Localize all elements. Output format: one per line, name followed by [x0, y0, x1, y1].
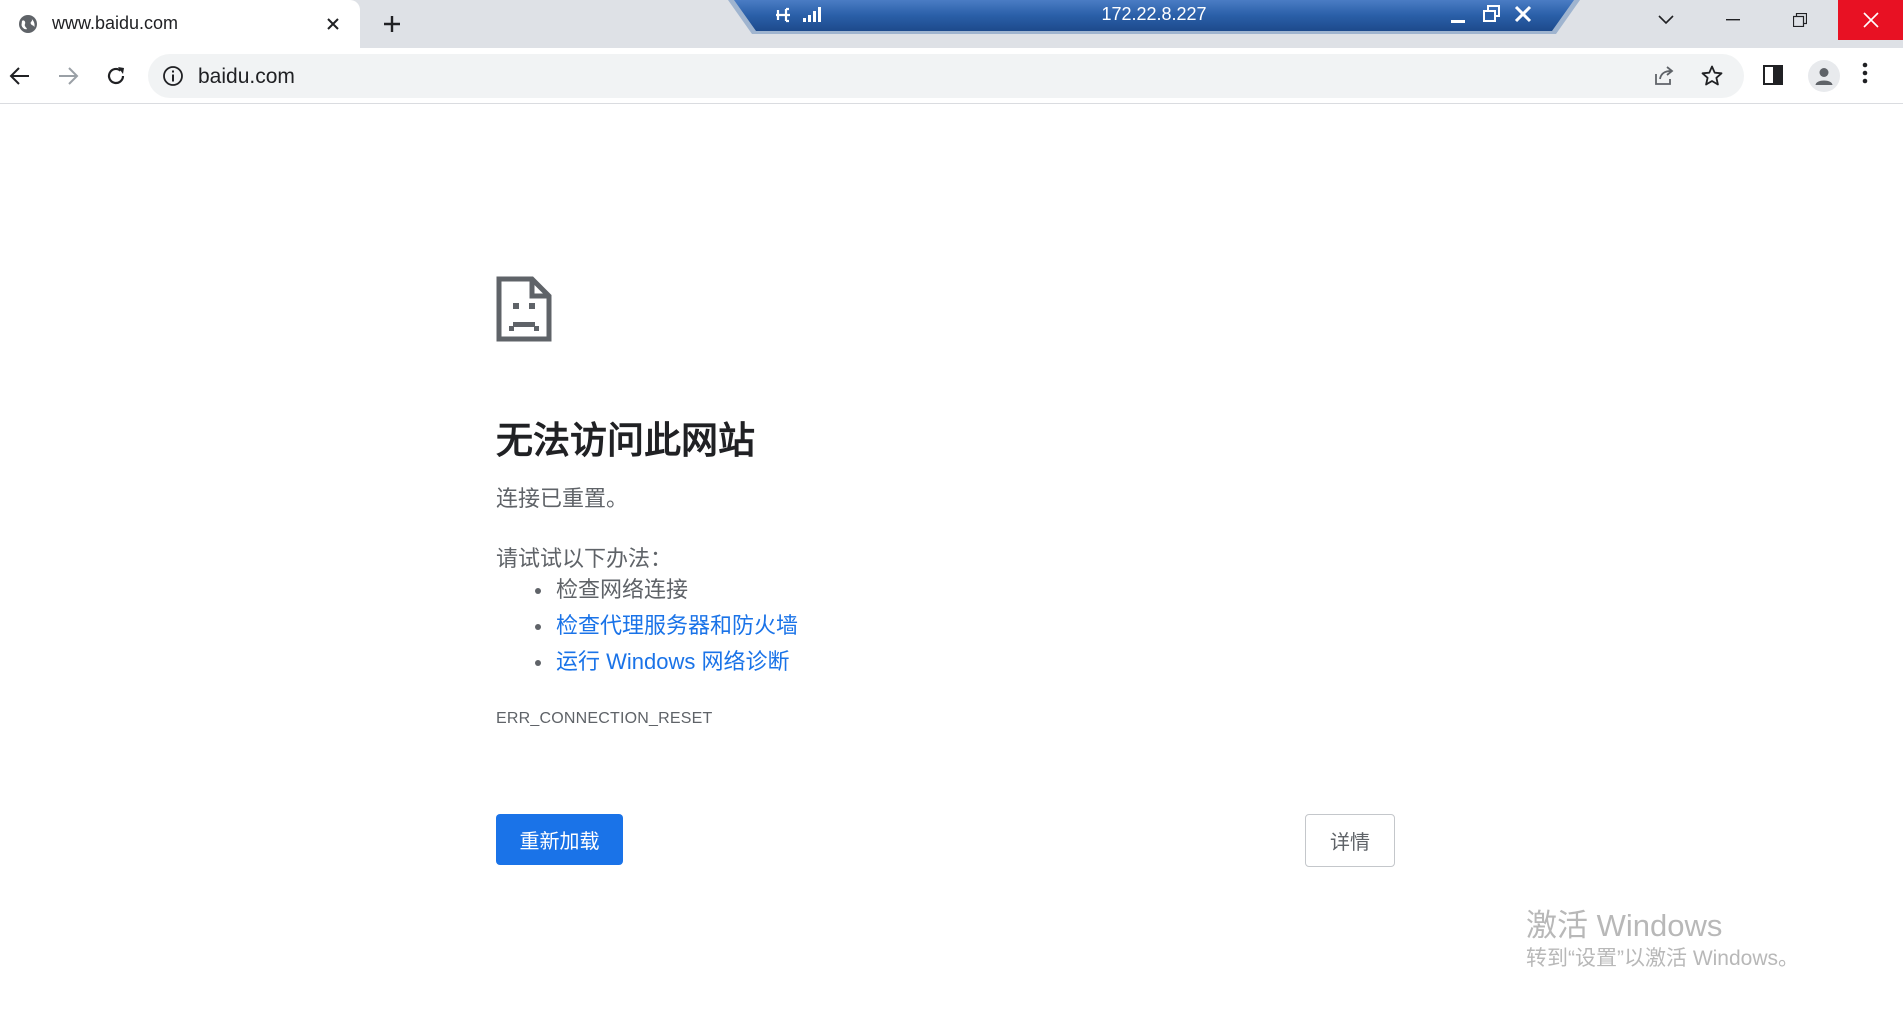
activation-watermark-title: 激活 Windows [1526, 908, 1723, 943]
restore-icon [1793, 13, 1807, 27]
browser-window: www.baidu.com 172.22.8.227 baidu.com 无法访… [0, 0, 1903, 1014]
remote-desktop-bar[interactable]: 172.22.8.227 [728, 0, 1580, 34]
more-menu-icon[interactable] [1862, 62, 1868, 89]
tab-close-icon[interactable] [321, 12, 345, 36]
forward-button[interactable] [50, 58, 86, 94]
activation-watermark-subtitle: 转到“设置”以激活 Windows。 [1526, 947, 1800, 970]
profile-avatar[interactable] [1808, 60, 1840, 92]
error-subtitle: 连接已重置。 [496, 486, 629, 511]
remote-minimize-icon[interactable] [1450, 6, 1468, 29]
suggestion-check-network: 检查网络连接 [532, 574, 798, 610]
bookmark-star-icon[interactable] [1700, 64, 1724, 93]
suggestion-check-proxy-link[interactable]: 检查代理服务器和防火墙 [532, 610, 798, 646]
tab-active[interactable]: www.baidu.com [0, 0, 360, 48]
reload-icon [107, 67, 125, 85]
close-icon [1862, 12, 1879, 28]
chevron-down-icon [1658, 15, 1674, 25]
info-icon[interactable] [162, 65, 184, 92]
error-code: ERR_CONNECTION_RESET [496, 710, 713, 727]
close-window-button[interactable] [1838, 0, 1903, 40]
browser-toolbar: baidu.com [0, 48, 1903, 104]
reload-page-button[interactable]: 重新加载 [496, 814, 623, 865]
globe-icon [18, 14, 38, 34]
back-button[interactable] [2, 58, 38, 94]
person-icon [1815, 68, 1833, 85]
url-text[interactable]: baidu.com [198, 65, 295, 89]
share-icon[interactable] [1652, 64, 1676, 93]
sad-page-icon [496, 276, 552, 347]
remote-restore-icon[interactable] [1482, 4, 1502, 29]
new-tab-button[interactable] [378, 10, 406, 38]
details-button[interactable]: 详情 [1305, 814, 1395, 867]
suggestions-list: 检查网络连接 检查代理服务器和防火墙 运行 Windows 网络诊断 [532, 574, 798, 682]
error-title: 无法访问此网站 [496, 420, 755, 461]
suggestions-heading: 请试试以下办法： [496, 546, 673, 571]
reload-button[interactable] [98, 58, 134, 94]
plus-icon [384, 16, 400, 32]
arrow-left-icon [9, 67, 29, 85]
suggestion-run-diagnostics-link[interactable]: 运行 Windows 网络诊断 [532, 646, 798, 682]
minimize-button[interactable] [1703, 0, 1763, 40]
arrow-right-icon [59, 67, 79, 85]
minimize-icon [1726, 19, 1740, 21]
tab-title: www.baidu.com [52, 13, 179, 33]
restore-button[interactable] [1770, 0, 1830, 40]
remote-close-icon[interactable] [1514, 5, 1532, 28]
tab-search-button[interactable] [1636, 0, 1696, 40]
tab-strip: www.baidu.com 172.22.8.227 [0, 0, 1903, 48]
address-bar[interactable]: baidu.com [148, 54, 1744, 98]
side-panel-icon[interactable] [1762, 64, 1784, 91]
